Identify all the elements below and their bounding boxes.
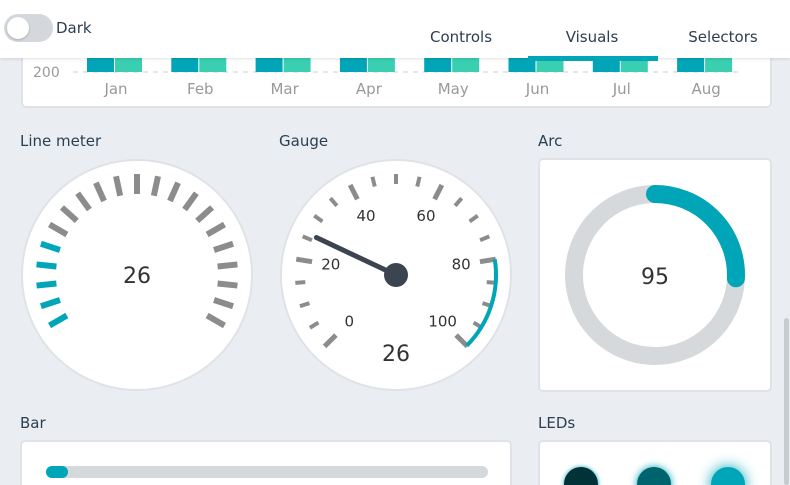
line-meter-tick xyxy=(217,280,238,289)
gauge-scale-label: 100 xyxy=(428,313,457,331)
bar-card xyxy=(20,440,512,485)
line-meter-tick xyxy=(113,175,124,197)
bar-track xyxy=(46,466,488,478)
arc-card: 95 xyxy=(538,158,772,392)
active-tab-indicator xyxy=(528,56,658,61)
line-meter-tick xyxy=(36,261,57,270)
tab-selectors[interactable]: Selectors xyxy=(660,28,786,46)
arc-widget[interactable]: 95 xyxy=(540,160,770,390)
y-tick-label: 200 xyxy=(33,65,60,81)
page-scrollbar[interactable] xyxy=(784,318,789,485)
led-indicator-3 xyxy=(711,467,745,485)
tab-visuals[interactable]: Visuals xyxy=(528,28,656,46)
gauge: 0 20 40 60 80 100 26 xyxy=(280,159,512,391)
x-tick-label: Mar xyxy=(270,80,299,98)
gauge-tick xyxy=(415,176,422,187)
x-tick-label: Feb xyxy=(187,80,214,98)
line-meter: 26 xyxy=(21,159,253,391)
line-meter-value: 26 xyxy=(123,264,151,289)
gauge-tick xyxy=(295,256,313,265)
x-tick-label: Jul xyxy=(612,80,631,98)
line-meter-tick xyxy=(150,175,161,197)
line-meter-title: Line meter xyxy=(20,132,102,150)
gauge-scale-label: 60 xyxy=(416,207,435,225)
x-tick-label: Jun xyxy=(525,80,549,98)
led-indicator-1 xyxy=(564,467,598,485)
leds-title: LEDs xyxy=(538,414,576,432)
x-tick-label: Aug xyxy=(691,80,720,98)
gauge-scale-label: 80 xyxy=(452,256,471,274)
x-tick-label: Apr xyxy=(356,80,383,98)
gauge-value: 26 xyxy=(382,342,410,367)
gauge-scale-label: 20 xyxy=(321,256,340,274)
x-tick-label: May xyxy=(438,80,469,98)
led-indicator-2 xyxy=(637,467,671,485)
dark-mode-toggle[interactable] xyxy=(4,14,53,42)
gauge-scale-label: 40 xyxy=(356,207,375,225)
gauge-scale-label: 0 xyxy=(345,313,355,331)
line-meter-tick xyxy=(217,261,238,270)
gauge-tick xyxy=(295,280,306,285)
arc-title: Arc xyxy=(538,132,563,150)
bar-title: Bar xyxy=(20,414,46,432)
bar-indicator xyxy=(46,466,69,478)
leds-card xyxy=(538,440,772,485)
arc-value: 95 xyxy=(641,265,669,290)
toggle-knob xyxy=(7,17,29,39)
gauge-title: Gauge xyxy=(279,132,329,150)
gauge-needle-hub xyxy=(384,263,408,287)
dark-mode-label: Dark xyxy=(56,19,92,37)
top-bar: Dark Controls Visuals Selectors xyxy=(0,0,790,58)
x-tick-label: Jan xyxy=(103,80,127,98)
tab-controls[interactable]: Controls xyxy=(400,28,522,46)
line-meter-tick xyxy=(36,280,57,289)
gauge-tick xyxy=(370,176,377,187)
